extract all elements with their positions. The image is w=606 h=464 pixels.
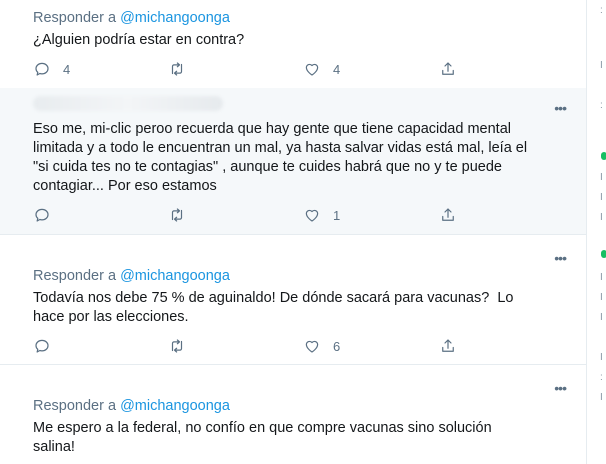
sidebar-divider <box>586 0 587 464</box>
right-sidebar-edge: : I : I I I I I I I : I <box>586 0 606 464</box>
reply-bubble-icon <box>35 62 49 76</box>
blurred-author-name <box>33 96 223 111</box>
reply-button[interactable] <box>33 336 63 356</box>
reply-button[interactable] <box>33 205 63 225</box>
more-horizontal-icon: ••• <box>554 380 567 396</box>
heart-icon <box>305 63 319 76</box>
retweet-arrows-icon <box>171 208 183 222</box>
reply-to-prefix: Responder a <box>33 398 117 414</box>
share-button[interactable] <box>439 59 457 79</box>
tweet-item-highlighted[interactable]: ••• Eso me, mi-clic peroo recuerda que h… <box>0 88 586 235</box>
like-count: 6 <box>333 338 341 354</box>
tweet-text: Todavía nos debe 75 % de aguinaldo! De d… <box>33 290 514 325</box>
retweet-arrows-icon <box>171 339 183 353</box>
sidebar-fragment: I <box>600 352 603 363</box>
more-horizontal-icon: ••• <box>554 100 567 116</box>
share-upload-icon <box>442 62 454 75</box>
reply-count: 4 <box>63 61 71 77</box>
share-upload-icon <box>442 208 454 221</box>
tweet-item[interactable]: ••• Responder a @michangoonga Todavía no… <box>0 234 586 365</box>
reply-button[interactable]: 4 <box>33 59 70 79</box>
retweet-arrows-icon <box>171 62 183 76</box>
like-button[interactable]: 6 <box>303 336 340 356</box>
retweet-button[interactable] <box>168 205 198 225</box>
reply-to-prefix: Responder a <box>33 10 117 26</box>
retweet-button[interactable] <box>168 59 198 79</box>
more-options-button[interactable]: ••• <box>554 100 567 116</box>
sidebar-fragment: : <box>600 372 603 383</box>
retweet-button[interactable] <box>168 336 198 356</box>
sidebar-fragment: I <box>600 192 603 203</box>
tweet-text: ¿Alguien podría estar en contra? <box>33 32 245 48</box>
sidebar-fragment: : <box>600 100 603 111</box>
sidebar-fragment: I <box>600 292 603 303</box>
reply-to-line: Responder a @michangoonga <box>33 398 230 414</box>
sidebar-fragment: I <box>600 172 603 183</box>
sidebar-fragment: I <box>600 272 603 283</box>
more-horizontal-icon: ••• <box>554 250 567 266</box>
tweet-item[interactable]: Responder a @michangoonga ¿Alguien podrí… <box>0 0 586 89</box>
sidebar-fragment: : <box>600 5 603 16</box>
reply-to-handle-link[interactable]: @michangoonga <box>120 268 230 284</box>
heart-icon <box>305 340 319 353</box>
reply-bubble-icon <box>35 208 49 222</box>
like-button[interactable]: 1 <box>303 205 340 225</box>
like-button[interactable]: 4 <box>303 59 340 79</box>
share-upload-icon <box>442 339 454 352</box>
sidebar-status-dot <box>601 152 606 160</box>
like-count: 1 <box>333 207 341 223</box>
reply-to-handle-link[interactable]: @michangoonga <box>120 10 230 26</box>
sidebar-status-dot <box>601 250 606 258</box>
sidebar-fragment: I <box>600 212 603 223</box>
tweet-item[interactable]: ••• Responder a @michangoonga Me espero … <box>0 364 586 464</box>
sidebar-fragment: I <box>600 392 603 403</box>
reply-bubble-icon <box>35 339 49 353</box>
sidebar-fragment: I <box>600 60 603 71</box>
like-count: 4 <box>333 61 341 77</box>
reply-to-line: Responder a @michangoonga <box>33 268 230 284</box>
share-button[interactable] <box>439 205 457 225</box>
heart-icon <box>305 209 319 222</box>
reply-to-handle-link[interactable]: @michangoonga <box>120 398 230 414</box>
sidebar-fragment: I <box>600 312 603 323</box>
more-options-button[interactable]: ••• <box>554 380 567 396</box>
reply-feed: Responder a @michangoonga ¿Alguien podrí… <box>0 0 586 464</box>
tweet-text: Me espero a la federal, no confío en que… <box>33 420 492 455</box>
more-options-button[interactable]: ••• <box>554 250 567 266</box>
share-button[interactable] <box>439 336 457 356</box>
reply-to-line: Responder a @michangoonga <box>33 10 230 26</box>
tweet-text: Eso me, mi-clic peroo recuerda que hay g… <box>33 121 528 194</box>
reply-to-prefix: Responder a <box>33 268 117 284</box>
